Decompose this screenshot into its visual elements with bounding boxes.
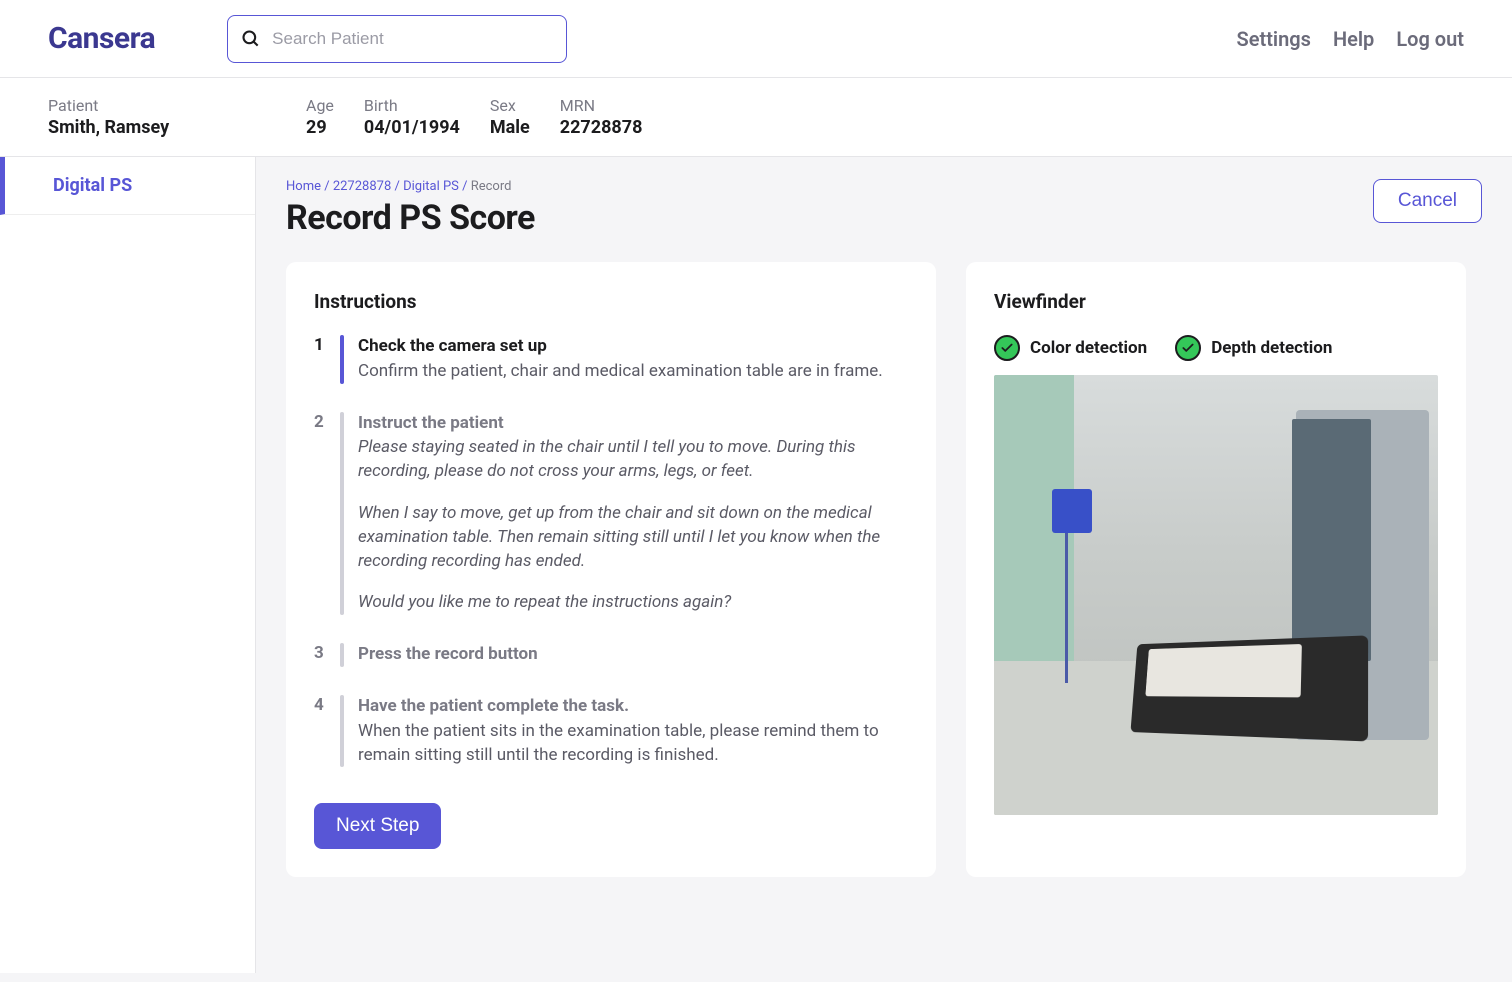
step-desc: When the patient sits in the examination…: [358, 720, 908, 768]
breadcrumb-sep: /: [321, 179, 333, 194]
search-container: [227, 15, 567, 63]
breadcrumb-sep: /: [459, 179, 471, 194]
step-content: Have the patient complete the task. When…: [358, 695, 908, 767]
detection-status: Color detection Depth detection: [994, 335, 1438, 361]
instruction-step-1: 1 Check the camera set up Confirm the pa…: [314, 335, 908, 384]
instruction-step-3: 3 Press the record button: [314, 643, 908, 667]
patient-age-label: Age: [306, 96, 334, 115]
camera-viewfinder: [994, 375, 1438, 815]
logout-link[interactable]: Log out: [1396, 27, 1464, 51]
scene-exam-table-pad: [1145, 644, 1302, 698]
patient-mrn-field: MRN 22728878: [560, 96, 643, 138]
breadcrumb-home[interactable]: Home: [286, 179, 321, 194]
step-number: 3: [314, 643, 326, 667]
patient-birth-field: Birth 04/01/1994: [364, 96, 460, 138]
scene-monitor: [1052, 489, 1092, 533]
step-divider: [340, 643, 344, 667]
color-detection-label: Color detection: [1030, 338, 1147, 358]
step-content: Check the camera set up Confirm the pati…: [358, 335, 908, 384]
color-detection-status: Color detection: [994, 335, 1147, 361]
instructions-title: Instructions: [314, 290, 908, 313]
patient-name-value: Smith, Ramsey: [48, 117, 234, 138]
step-desc-p3: Would you like me to repeat the instruct…: [358, 591, 908, 615]
step-number: 2: [314, 412, 326, 616]
sidebar-item-digital-ps[interactable]: Digital PS: [0, 157, 255, 215]
step-title: Check the camera set up: [358, 335, 908, 359]
step-divider-active: [340, 335, 344, 384]
step-desc-p1: Please staying seated in the chair until…: [358, 436, 908, 484]
depth-detection-label: Depth detection: [1211, 338, 1332, 358]
header-nav: Settings Help Log out: [1237, 27, 1465, 51]
patient-age-field: Age 29: [306, 96, 334, 138]
step-desc: Please staying seated in the chair until…: [358, 436, 908, 615]
step-number: 4: [314, 695, 326, 767]
scene-cabinet-door: [1292, 419, 1372, 661]
step-content: Instruct the patient Please staying seat…: [358, 412, 908, 616]
step-desc: Confirm the patient, chair and medical e…: [358, 360, 908, 384]
scene-monitor-stand: [1065, 507, 1068, 683]
patient-birth-value: 04/01/1994: [364, 117, 460, 138]
scene-exam-table: [1131, 635, 1369, 741]
patient-age-value: 29: [306, 117, 334, 138]
patient-name-label: Patient: [48, 96, 234, 115]
step-title: Have the patient complete the task.: [358, 695, 908, 719]
patient-sex-value: Male: [490, 117, 530, 138]
patient-fields-group: Age 29 Birth 04/01/1994 Sex Male MRN 227…: [306, 96, 642, 138]
breadcrumb-current: Record: [471, 179, 512, 194]
page-header: Home / 22728878 / Digital PS / Record Re…: [286, 179, 1482, 238]
step-desc-p2: When I say to move, get up from the chai…: [358, 502, 908, 573]
patient-mrn-label: MRN: [560, 96, 643, 115]
content-area: Home / 22728878 / Digital PS / Record Re…: [256, 157, 1512, 973]
instruction-step-2: 2 Instruct the patient Please staying se…: [314, 412, 908, 616]
check-icon: [1175, 335, 1201, 361]
viewfinder-title: Viewfinder: [994, 290, 1438, 313]
cancel-button[interactable]: Cancel: [1373, 179, 1482, 223]
breadcrumb-sep: /: [391, 179, 403, 194]
step-title: Press the record button: [358, 643, 908, 667]
instructions-card: Instructions 1 Check the camera set up C…: [286, 262, 936, 877]
cards-container: Instructions 1 Check the camera set up C…: [286, 262, 1482, 877]
help-link[interactable]: Help: [1333, 27, 1374, 51]
depth-detection-status: Depth detection: [1175, 335, 1332, 361]
next-step-button[interactable]: Next Step: [314, 803, 441, 849]
breadcrumb: Home / 22728878 / Digital PS / Record: [286, 179, 535, 194]
page-header-left: Home / 22728878 / Digital PS / Record Re…: [286, 179, 535, 238]
step-divider: [340, 695, 344, 767]
check-icon: [994, 335, 1020, 361]
patient-info-bar: Patient Smith, Ramsey Age 29 Birth 04/01…: [0, 78, 1512, 157]
search-icon: [241, 29, 261, 49]
breadcrumb-section[interactable]: Digital PS: [403, 179, 459, 194]
app-header: Cansera Settings Help Log out: [0, 0, 1512, 78]
patient-birth-label: Birth: [364, 96, 460, 115]
patient-sex-label: Sex: [490, 96, 530, 115]
step-content: Press the record button: [358, 643, 908, 667]
search-input[interactable]: [227, 15, 567, 63]
sidebar: Digital PS: [0, 157, 256, 973]
settings-link[interactable]: Settings: [1237, 27, 1311, 51]
patient-mrn-value: 22728878: [560, 117, 643, 138]
patient-name-field: Patient Smith, Ramsey: [48, 96, 234, 138]
step-number: 1: [314, 335, 326, 384]
brand-logo[interactable]: Cansera: [48, 21, 155, 56]
page-title: Record PS Score: [286, 198, 535, 238]
step-divider: [340, 412, 344, 616]
instruction-step-4: 4 Have the patient complete the task. Wh…: [314, 695, 908, 767]
viewfinder-card: Viewfinder Color detection Depth detecti…: [966, 262, 1466, 877]
breadcrumb-mrn[interactable]: 22728878: [333, 179, 391, 194]
main-container: Digital PS Home / 22728878 / Digital PS …: [0, 157, 1512, 973]
step-title: Instruct the patient: [358, 412, 908, 436]
patient-sex-field: Sex Male: [490, 96, 530, 138]
